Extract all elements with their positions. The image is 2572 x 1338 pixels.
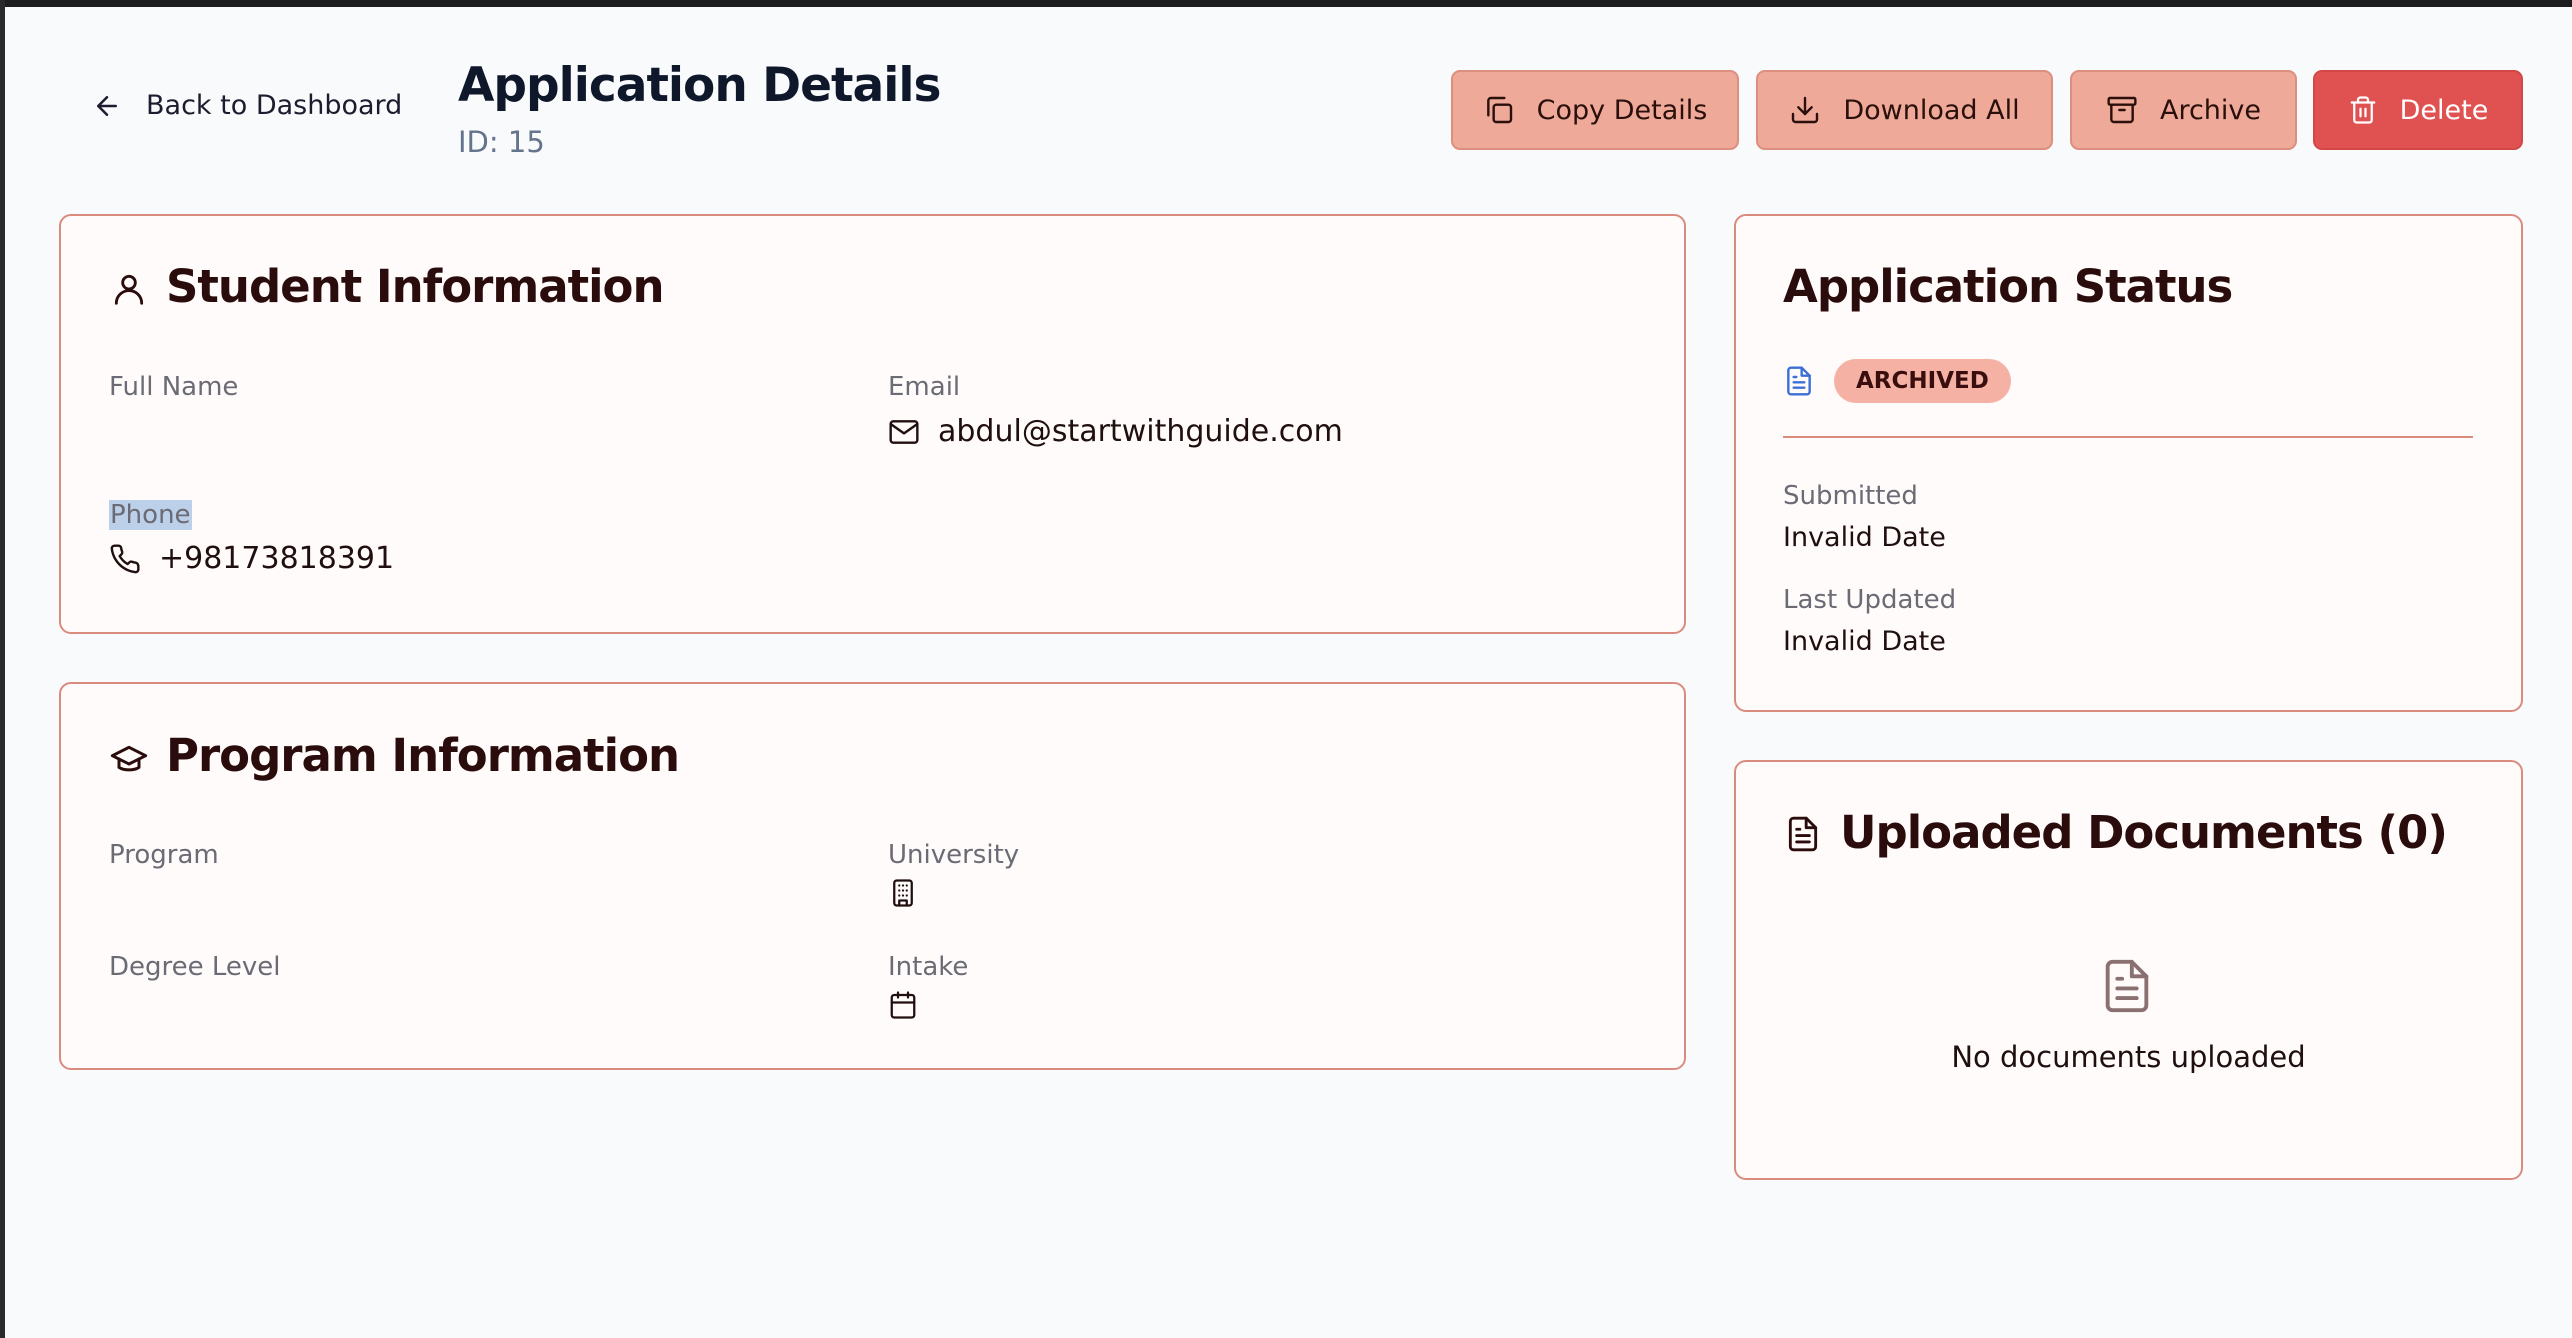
email-value-row: abdul@startwithguide.com [888, 414, 1343, 449]
copy-details-label: Copy Details [1536, 94, 1708, 126]
back-label: Back to Dashboard [146, 90, 403, 121]
phone-value: +98173818391 [159, 541, 395, 576]
status-badge: ARCHIVED [1834, 359, 2011, 403]
graduation-cap-icon [109, 739, 149, 779]
calendar-icon [888, 990, 918, 1020]
degree-level-label: Degree Level [109, 952, 281, 982]
phone-icon [109, 543, 141, 575]
submitted-value: Invalid Date [1783, 522, 1946, 553]
window-left-edge [0, 0, 5, 1338]
phone-label: Phone [109, 500, 192, 530]
empty-documents-icon [2098, 954, 2156, 1018]
application-id: ID: 15 [458, 125, 545, 159]
copy-details-button[interactable]: Copy Details [1451, 70, 1739, 150]
user-icon [110, 270, 148, 308]
no-documents-text: No documents uploaded [1951, 1040, 2306, 1074]
window-top-bar [0, 0, 2572, 7]
arrow-left-icon [92, 91, 122, 121]
email-label: Email [888, 372, 961, 402]
application-status-title: Application Status [1783, 260, 2233, 313]
phone-value-row: +98173818391 [109, 541, 394, 576]
phone-label-text: Phone [109, 500, 192, 530]
intake-label: Intake [888, 952, 969, 982]
file-text-icon [1784, 814, 1822, 854]
file-text-icon [1783, 364, 1815, 398]
university-label: University [888, 840, 1020, 870]
archive-icon [2106, 94, 2138, 126]
program-information-title: Program Information [166, 729, 680, 782]
back-to-dashboard-link[interactable]: Back to Dashboard [92, 90, 402, 121]
mail-icon [888, 416, 920, 448]
last-updated-label: Last Updated [1783, 585, 1957, 615]
trash-icon [2348, 95, 2378, 125]
page-title: Application Details [458, 58, 941, 113]
submitted-label: Submitted [1783, 481, 1918, 511]
building-icon [888, 878, 918, 908]
full-name-label: Full Name [109, 372, 239, 402]
copy-icon [1483, 94, 1515, 126]
last-updated-value: Invalid Date [1783, 626, 1946, 657]
email-value: abdul@startwithguide.com [938, 414, 1343, 449]
uploaded-documents-title: Uploaded Documents (0) [1840, 806, 2448, 859]
archive-label: Archive [2159, 94, 2262, 126]
download-icon [1789, 94, 1821, 126]
delete-label: Delete [2399, 94, 2489, 126]
delete-button[interactable]: Delete [2313, 70, 2523, 150]
download-all-button[interactable]: Download All [1756, 70, 2053, 150]
program-label: Program [109, 840, 219, 870]
status-divider [1783, 436, 2473, 438]
archive-button[interactable]: Archive [2070, 70, 2297, 150]
download-all-label: Download All [1843, 94, 2020, 126]
student-information-title: Student Information [166, 260, 665, 313]
